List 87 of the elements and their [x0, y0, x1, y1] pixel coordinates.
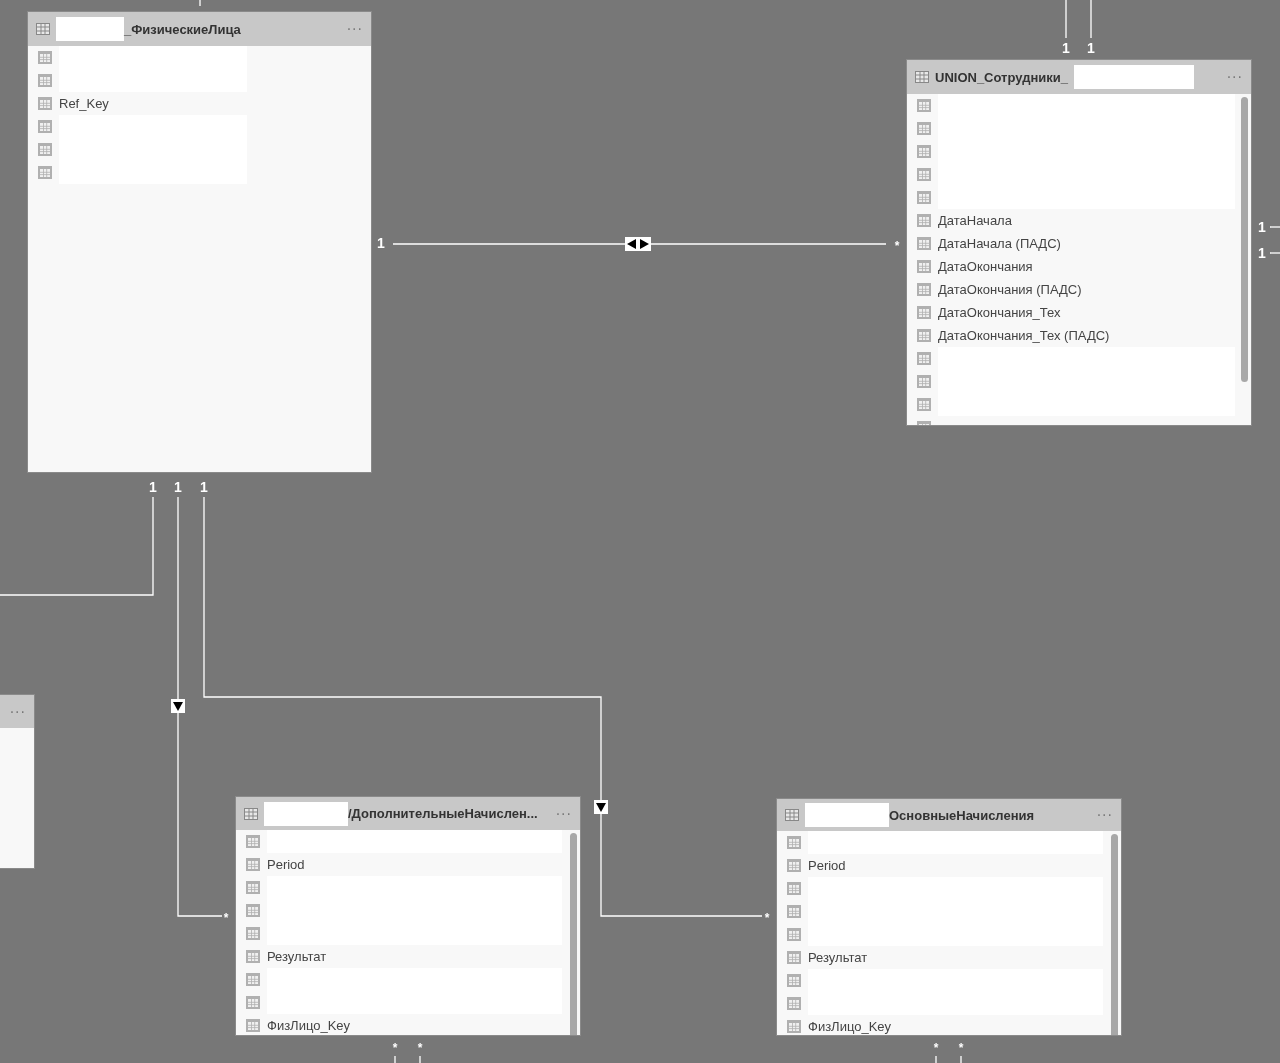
field-icon: [917, 122, 931, 135]
table-icon: [785, 809, 799, 821]
field-icon: [917, 352, 931, 365]
field-name[interactable]: Period: [808, 858, 846, 873]
field-icon: [787, 951, 801, 964]
cardinality-label: 1: [1257, 244, 1267, 263]
field-icon: [246, 1019, 260, 1032]
field-name[interactable]: ДатаНачала (ПАДС): [938, 236, 1061, 251]
field-icon: [246, 950, 260, 963]
field-icon: [917, 145, 931, 158]
relationship-line: [199, 0, 201, 7]
field-icon: [917, 260, 931, 273]
cardinality-label: 1: [1257, 218, 1267, 237]
field-icon: [917, 237, 931, 250]
field-icon: [787, 974, 801, 987]
table-header[interactable]: /ДополнительныеНачислен... ···: [236, 797, 580, 830]
table-icon: [915, 71, 929, 83]
cardinality-label: *: [222, 910, 230, 927]
table-title: /ДополнительныеНачислен...: [348, 806, 538, 821]
table-card[interactable]: _ФизическиеЛица ··· Ref_Key: [28, 12, 371, 472]
field-icon: [246, 996, 260, 1009]
cardinality-label: *: [893, 238, 901, 255]
cardinality-label: *: [391, 1040, 399, 1057]
field-icon: [38, 143, 52, 156]
field-icon: [917, 375, 931, 388]
field-icon: [787, 928, 801, 941]
field-name[interactable]: ДатаОкончания_Тех (ПАДС): [938, 328, 1110, 343]
table-card[interactable]: ОсновныеНачисления ··· Period Результат ФизЛицо_Key: [777, 799, 1121, 1035]
field-icon: [246, 858, 260, 871]
field-name[interactable]: Результат: [808, 950, 868, 965]
field-icon: [38, 166, 52, 179]
table-card[interactable]: UNION_Сотрудники_ ··· ДатаНачала ДатаНачала (ПАДС) ДатаОкончания ДатаОкончания (ПАДС) ДатаОкончания_Тех ДатаОкончания_Тех (ПАДС): [907, 60, 1251, 425]
cardinality-label: 1: [376, 234, 386, 253]
field-icon: [787, 997, 801, 1010]
field-name[interactable]: ДатаОкончания_Тех: [938, 305, 1061, 320]
field-icon: [787, 905, 801, 918]
relationship-line[interactable]: [392, 243, 887, 245]
field-name[interactable]: ДатаОкончания (ПАДС): [938, 282, 1082, 297]
field-icon: [246, 881, 260, 894]
field-icon: [246, 835, 260, 848]
field-icon: [917, 329, 931, 342]
field-icon: [38, 120, 52, 133]
field-icon: [917, 99, 931, 112]
cardinality-label: 1: [1061, 39, 1071, 58]
field-icon: [246, 973, 260, 986]
field-icon: [38, 97, 52, 110]
field-icon: [38, 51, 52, 64]
field-icon: [917, 168, 931, 181]
field-icon: [917, 306, 931, 319]
cardinality-label: 1: [1086, 39, 1096, 58]
table-card[interactable]: /ДополнительныеНачислен... ··· Period Результат ФизЛицо_Key: [236, 797, 580, 1035]
table-icon: [244, 807, 258, 820]
field-name[interactable]: ДатаНачала: [938, 213, 1012, 228]
field-icon: [787, 882, 801, 895]
table-icon: [36, 23, 50, 35]
field-name[interactable]: ФизЛицо_Key: [267, 1018, 351, 1033]
table-header[interactable]: UNION_Сотрудники_ ···: [907, 60, 1251, 94]
field-icon: [38, 74, 52, 87]
field-name[interactable]: ДатаОкончания: [938, 259, 1033, 274]
table-title: _ФизическиеЛица: [124, 21, 241, 37]
field-icon: [917, 191, 931, 204]
field-name[interactable]: Результат: [267, 949, 327, 964]
table-header[interactable]: _ФизическиеЛица ···: [28, 12, 371, 46]
cardinality-label: *: [763, 910, 771, 927]
field-name[interactable]: ФизЛицо_Key: [808, 1019, 892, 1034]
field-icon: [917, 214, 931, 227]
table-title: UNION_Сотрудники_: [935, 69, 1068, 85]
cardinality-label: 1: [199, 478, 209, 497]
cardinality-label: 1: [148, 478, 158, 497]
field-icon: [787, 1020, 801, 1033]
cardinality-label: *: [957, 1040, 965, 1057]
field-icon: [246, 927, 260, 940]
field-icon: [246, 904, 260, 917]
scrollbar-thumb[interactable]: [570, 833, 577, 1035]
field-name[interactable]: Ref_Key: [59, 96, 109, 111]
cardinality-label: 1: [173, 478, 183, 497]
table-title: ОсновныеНачисления: [889, 807, 1035, 823]
cardinality-label: *: [932, 1040, 940, 1057]
field-icon: [787, 836, 801, 849]
cardinality-label: *: [416, 1040, 424, 1057]
field-icon: [917, 398, 931, 411]
scrollbar-thumb[interactable]: [1111, 834, 1118, 1035]
field-icon: [787, 859, 801, 872]
table-header[interactable]: ОсновныеНачисления ···: [777, 799, 1121, 831]
field-name[interactable]: Period: [267, 857, 305, 872]
scrollbar-thumb[interactable]: [1241, 97, 1248, 382]
field-icon: [917, 283, 931, 296]
